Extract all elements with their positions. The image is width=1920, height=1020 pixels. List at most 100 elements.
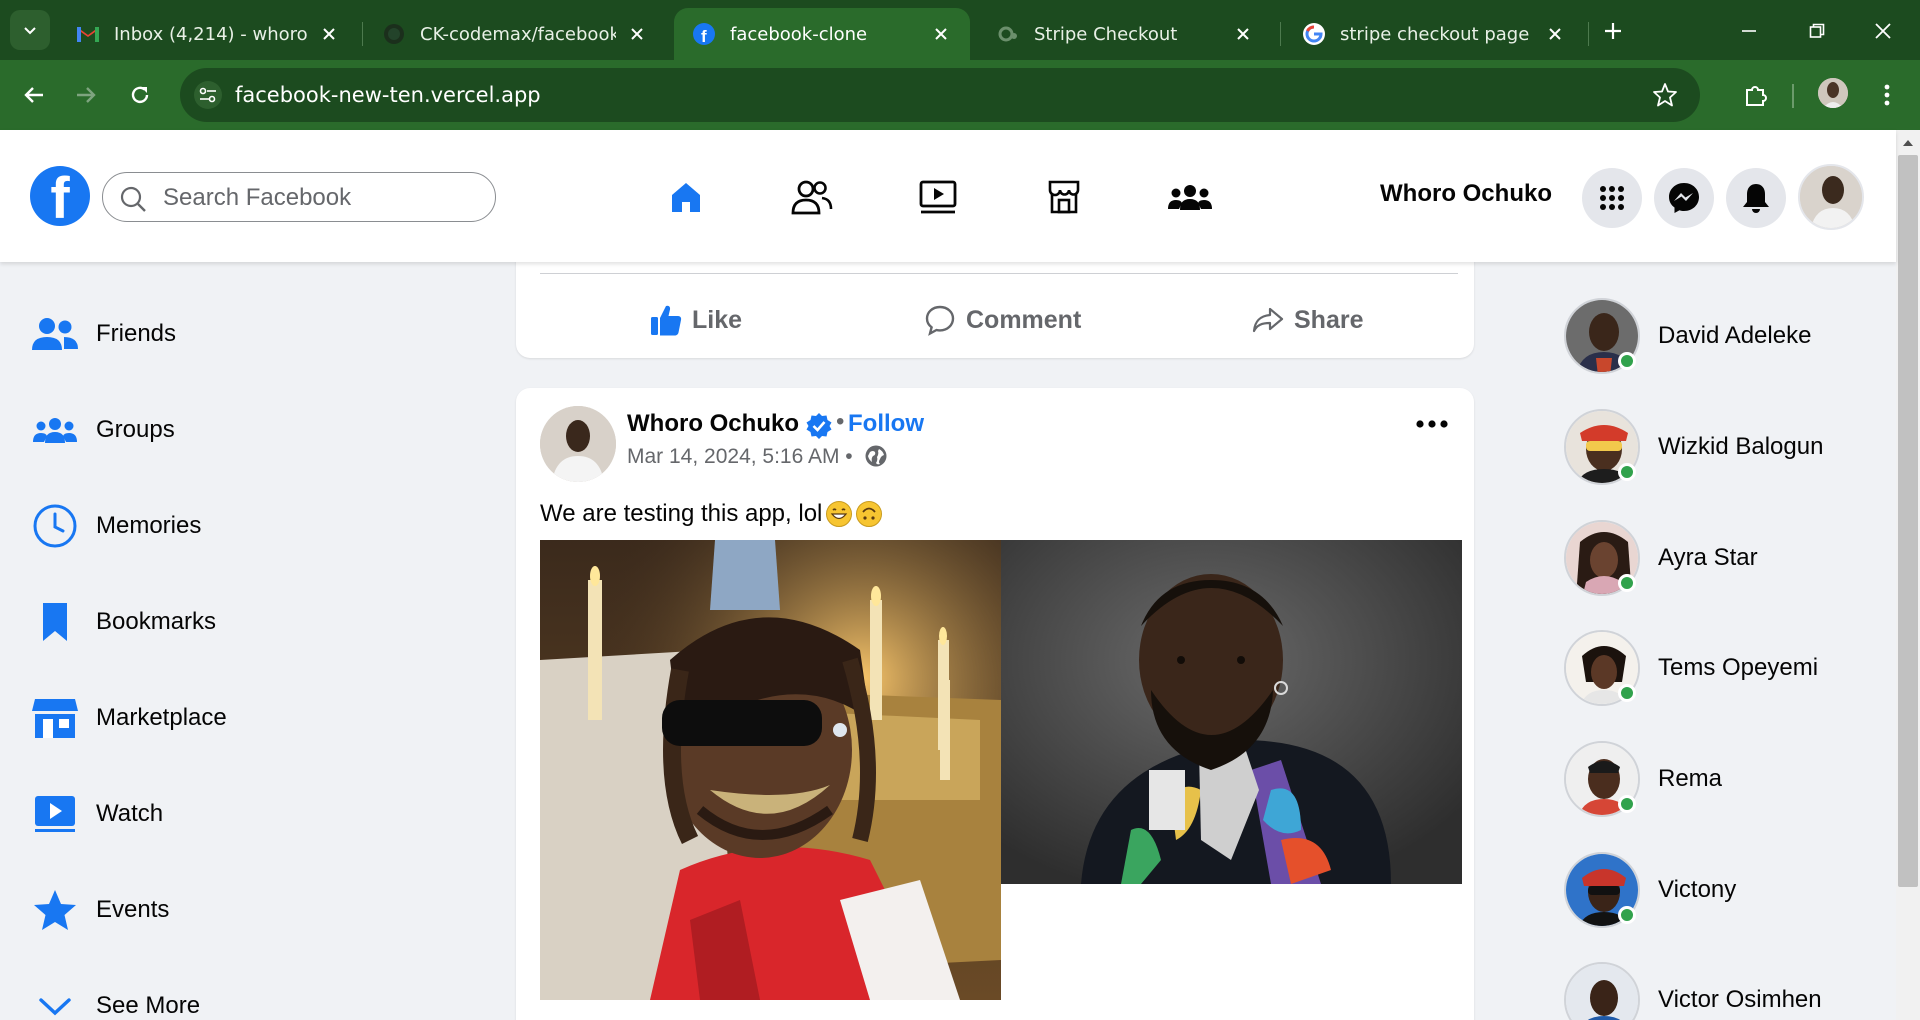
tab-stripe-checkout[interactable]: Stripe Checkout	[978, 8, 1272, 60]
follow-button[interactable]: Follow	[848, 410, 924, 438]
post-photo-2[interactable]	[1001, 540, 1462, 884]
sidebar-item-label: Groups	[96, 416, 175, 443]
contact-item[interactable]: David Adeleke	[1564, 298, 1811, 374]
share-button[interactable]: Share	[1250, 296, 1363, 344]
facebook-logo[interactable]: f	[30, 166, 90, 226]
page-scrollbar-thumb[interactable]	[1898, 155, 1918, 887]
nav-marketplace[interactable]	[1038, 172, 1090, 222]
search-box[interactable]	[102, 172, 496, 222]
sidebar-item-label: Marketplace	[96, 704, 227, 731]
clock-icon	[30, 501, 80, 551]
search-input[interactable]	[163, 181, 483, 215]
grinning-emoji-icon	[826, 501, 853, 527]
contact-item[interactable]: Wizkid Balogun	[1564, 409, 1823, 485]
kebab-menu-icon	[1884, 84, 1890, 106]
globe-icon	[865, 445, 887, 467]
forward-button[interactable]	[68, 77, 104, 113]
sidebar-item-memories[interactable]: Memories	[30, 496, 201, 556]
messenger-button[interactable]	[1654, 168, 1714, 228]
sidebar-item-bookmarks[interactable]: Bookmarks	[30, 592, 216, 652]
close-icon[interactable]	[1544, 23, 1566, 45]
friends-icon	[791, 180, 833, 215]
post-photo-1[interactable]	[540, 540, 1001, 1000]
play-icon	[30, 789, 80, 839]
profile-avatar[interactable]	[1818, 78, 1848, 108]
browser-menu-button[interactable]	[1872, 77, 1902, 113]
post-text-line: We are testing this app, lol	[540, 500, 883, 528]
back-button[interactable]	[16, 77, 52, 113]
online-status-dot	[1618, 574, 1636, 592]
close-icon[interactable]	[930, 23, 952, 45]
post-separator: •	[836, 408, 845, 435]
tab-gmail[interactable]: Inbox (4,214) - whoroochuko	[58, 8, 358, 60]
tab-title: facebook-clone	[730, 23, 868, 45]
sidebar-item-label: Bookmarks	[96, 608, 217, 635]
close-icon[interactable]	[318, 23, 340, 45]
verified-badge-icon	[806, 413, 832, 439]
like-button[interactable]: Like	[648, 296, 742, 344]
sidebar-item-marketplace[interactable]: Marketplace	[30, 688, 227, 748]
reload-button[interactable]	[122, 77, 158, 113]
sidebar-item-label: See More	[96, 992, 201, 1019]
nav-watch[interactable]	[912, 172, 964, 222]
groups-icon	[1168, 185, 1212, 210]
sidebar-item-groups[interactable]: Groups	[30, 400, 175, 460]
post-author-name[interactable]: Whoro Ochuko	[627, 410, 799, 438]
share-label: Share	[1294, 305, 1364, 334]
bell-icon	[1743, 184, 1769, 213]
minimize-icon	[1742, 30, 1756, 32]
shop-icon	[30, 693, 80, 743]
tab-title: stripe checkout page - Google Search	[1340, 23, 1534, 45]
close-icon[interactable]	[1232, 23, 1254, 45]
gmail-icon	[76, 22, 100, 46]
arrow-right-icon	[77, 87, 96, 103]
sidebar-item-see-more[interactable]: See More	[30, 976, 200, 1020]
scroll-up-arrow-icon[interactable]	[1901, 136, 1915, 150]
post-timestamp[interactable]: Mar 14, 2024, 5:16 AM •	[627, 445, 853, 469]
url-text[interactable]: facebook-new-ten.vercel.app	[235, 83, 541, 107]
contact-name: Wizkid Balogun	[1658, 433, 1824, 460]
nav-friends[interactable]	[786, 172, 838, 222]
sidebar-item-friends[interactable]: Friends	[30, 304, 176, 364]
contact-item[interactable]: Tems Opeyemi	[1564, 630, 1818, 706]
sidebar-item-events[interactable]: Events	[30, 880, 169, 940]
post-author-avatar[interactable]	[540, 406, 616, 482]
post-options-button[interactable]	[1412, 412, 1452, 436]
contact-item[interactable]: Ayra Star	[1564, 520, 1758, 596]
svg-text:f: f	[701, 27, 707, 46]
nav-groups[interactable]	[1164, 172, 1216, 222]
nav-home[interactable]	[660, 172, 712, 222]
address-bar[interactable]: facebook-new-ten.vercel.app	[180, 68, 1700, 122]
browser-tab-bar: Inbox (4,214) - whoroochuko CK-codemax/f…	[0, 0, 1920, 60]
tab-facebook-clone[interactable]: f facebook-clone	[674, 8, 970, 60]
contact-item[interactable]: Victor Osimhen	[1564, 962, 1822, 1020]
tab-google-search[interactable]: stripe checkout page - Google Search	[1284, 8, 1584, 60]
post-text: We are testing this app, lol	[540, 500, 823, 527]
comment-button[interactable]: Comment	[922, 296, 1081, 344]
header-avatar[interactable]	[1798, 164, 1864, 230]
online-status-dot	[1618, 352, 1636, 370]
notifications-button[interactable]	[1726, 168, 1786, 228]
site-settings-icon[interactable]	[194, 81, 222, 109]
sidebar-item-watch[interactable]: Watch	[30, 784, 163, 844]
restore-button[interactable]	[1800, 14, 1834, 48]
tab-search-button[interactable]	[10, 10, 50, 50]
bookmark-star-icon[interactable]	[1652, 82, 1678, 108]
watch-icon	[919, 180, 957, 214]
minimize-button[interactable]	[1732, 14, 1766, 48]
header-user-name[interactable]: Whoro Ochuko	[1380, 180, 1552, 208]
contact-item[interactable]: Victony	[1564, 852, 1736, 928]
new-tab-button[interactable]	[1598, 16, 1628, 46]
plus-icon	[1605, 23, 1621, 39]
toolbar-separator	[1792, 84, 1794, 108]
star-icon	[30, 885, 80, 935]
close-icon[interactable]	[626, 23, 648, 45]
window-close-button[interactable]	[1866, 14, 1900, 48]
bookmark-icon	[30, 597, 80, 647]
extensions-button[interactable]	[1738, 77, 1774, 113]
menu-button[interactable]	[1582, 168, 1642, 228]
stripe-icon	[996, 22, 1020, 46]
tab-github[interactable]: CK-codemax/facebook-new	[364, 8, 666, 60]
contact-item[interactable]: Rema	[1564, 741, 1722, 817]
online-status-dot	[1618, 906, 1636, 924]
